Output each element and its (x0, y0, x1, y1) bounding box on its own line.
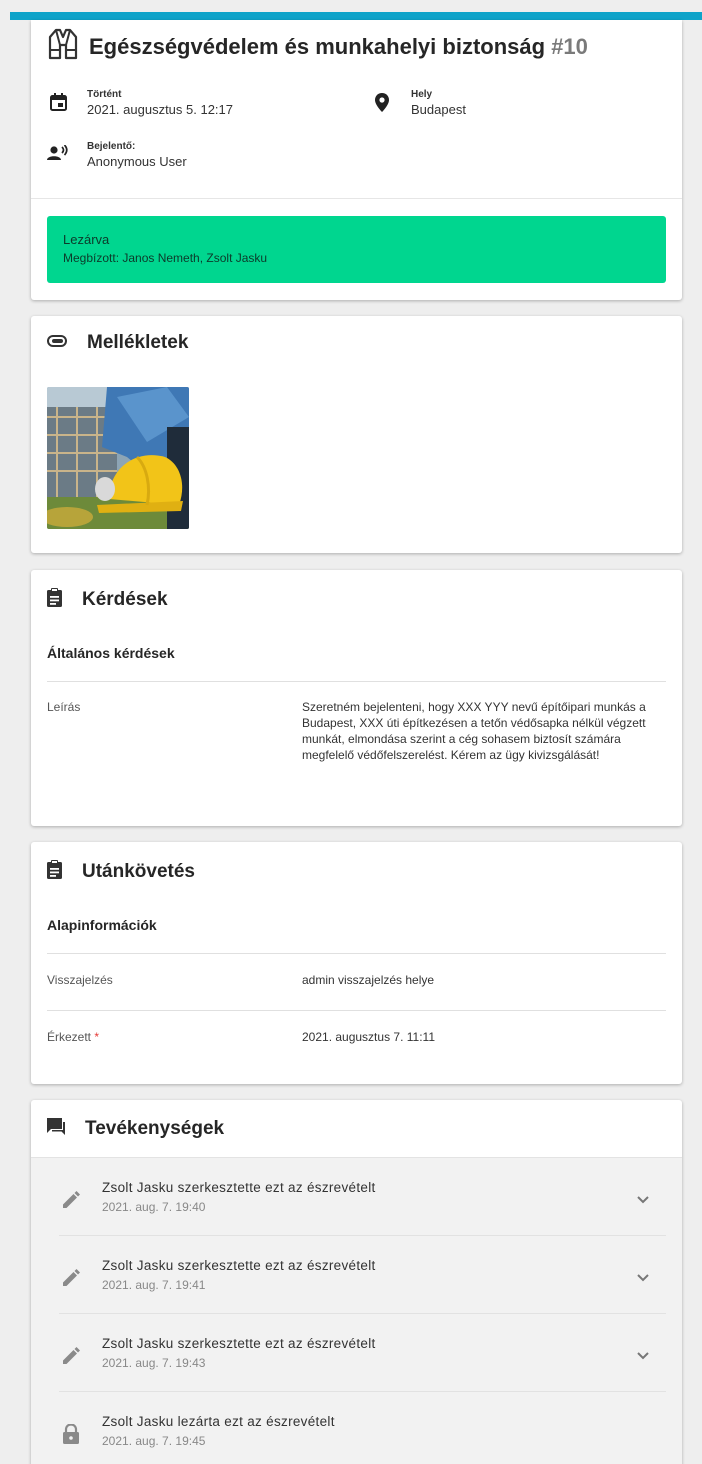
lock-icon (63, 1423, 79, 1449)
activity-item[interactable]: Zsolt Jasku szerkesztette ezt az észrevé… (31, 1314, 682, 1392)
clipboard-icon (47, 860, 62, 884)
activity-text: Zsolt Jasku szerkesztette ezt az észrevé… (102, 1180, 376, 1195)
calendar-icon (47, 93, 69, 111)
attachments-title: Mellékletek (87, 332, 189, 353)
person-voice-icon (47, 145, 69, 161)
occurred-value: 2021. augusztus 5. 12:17 (87, 102, 234, 117)
occurred-label: Történt (87, 89, 122, 100)
location-meta: Hely Budapest (371, 88, 466, 118)
activity-item[interactable]: Zsolt Jasku szerkesztette ezt az észrevé… (31, 1158, 682, 1236)
pencil-icon (63, 1190, 81, 1213)
arrived-label: Érkezett * (47, 1030, 100, 1044)
location-label: Hely (411, 89, 433, 100)
activity-text: Zsolt Jasku lezárta ezt az észrevételt (102, 1414, 335, 1429)
questions-title: Kérdések (82, 589, 168, 610)
followup-title-row: Utánkövetés (47, 860, 195, 884)
questions-section-title: Általános kérdések (47, 645, 175, 661)
activity-item[interactable]: Zsolt Jasku szerkesztette ezt az észrevé… (31, 1236, 682, 1314)
chevron-down-icon[interactable] (637, 1191, 649, 1209)
feedback-label: Visszajelzés (47, 973, 113, 987)
activity-time: 2021. aug. 7. 19:41 (102, 1278, 206, 1292)
description-label: Leírás (47, 700, 81, 714)
status-banner: Lezárva Megbízott: Janos Nemeth, Zsolt J… (47, 216, 666, 283)
top-accent-bar (10, 12, 702, 20)
activity-time: 2021. aug. 7. 19:40 (102, 1200, 206, 1214)
activity-list: Zsolt Jasku szerkesztette ezt az észrevé… (31, 1157, 682, 1464)
activity-time: 2021. aug. 7. 19:43 (102, 1356, 206, 1370)
required-mark: * (94, 1030, 100, 1044)
followup-section-title: Alapinformációk (47, 917, 157, 933)
activity-text: Zsolt Jasku szerkesztette ezt az észrevé… (102, 1336, 376, 1351)
assignees-text: Megbízott: Janos Nemeth, Zsolt Jasku (63, 251, 268, 265)
divider (47, 1010, 666, 1011)
occurred-meta: Történt 2021. augusztus 5. 12:17 (47, 88, 233, 118)
questions-title-row: Kérdések (47, 588, 168, 612)
chevron-down-icon[interactable] (637, 1269, 649, 1287)
activities-card: Tevékenységek Zsolt Jasku szerkesztette … (31, 1100, 682, 1464)
arrived-value: 2021. augusztus 7. 11:11 (302, 1030, 435, 1044)
incident-title-row: Egészségvédelem és munkahelyi biztonság … (47, 28, 588, 65)
description-value: Szeretném bejelenteni, hogy XXX YYY nevű… (302, 700, 646, 762)
followup-card: Utánkövetés Alapinformációk Visszajelzés… (31, 842, 682, 1084)
reporter-meta: Bejelentő: Anonymous User (47, 140, 187, 170)
clipboard-icon (47, 588, 62, 612)
activity-time: 2021. aug. 7. 19:45 (102, 1434, 206, 1448)
incident-title: Egészségvédelem és munkahelyi biztonság … (89, 33, 588, 59)
location-pin-icon (371, 93, 393, 112)
activity-item: Zsolt Jasku lezárta ezt az észrevételt 2… (31, 1392, 682, 1464)
reporter-label: Bejelentő: (87, 141, 136, 152)
status-text: Lezárva (63, 232, 110, 247)
divider (47, 681, 666, 682)
divider (31, 198, 682, 199)
feedback-value: admin visszajelzés helye (302, 973, 435, 987)
followup-title: Utánkövetés (82, 861, 195, 882)
questions-card: Kérdések Általános kérdések Leírás Szere… (31, 570, 682, 826)
attachments-card: Mellékletek (31, 316, 682, 553)
incident-number: #10 (551, 33, 588, 59)
activities-title-row: Tevékenységek (47, 1118, 224, 1140)
reporter-value: Anonymous User (87, 154, 187, 169)
attachment-icon (47, 334, 67, 352)
pencil-icon (63, 1268, 81, 1291)
divider (47, 953, 666, 954)
chevron-down-icon[interactable] (637, 1347, 649, 1365)
location-value: Budapest (411, 102, 466, 117)
activity-text: Zsolt Jasku szerkesztette ezt az észrevé… (102, 1258, 376, 1273)
comments-icon (47, 1118, 65, 1140)
attachments-title-row: Mellékletek (47, 332, 188, 354)
activities-title: Tevékenységek (85, 1118, 225, 1139)
attachment-thumbnail[interactable] (47, 387, 189, 529)
safety-vest-icon (47, 28, 79, 65)
incident-header-card: Egészségvédelem és munkahelyi biztonság … (31, 20, 682, 300)
pencil-icon (63, 1346, 81, 1369)
